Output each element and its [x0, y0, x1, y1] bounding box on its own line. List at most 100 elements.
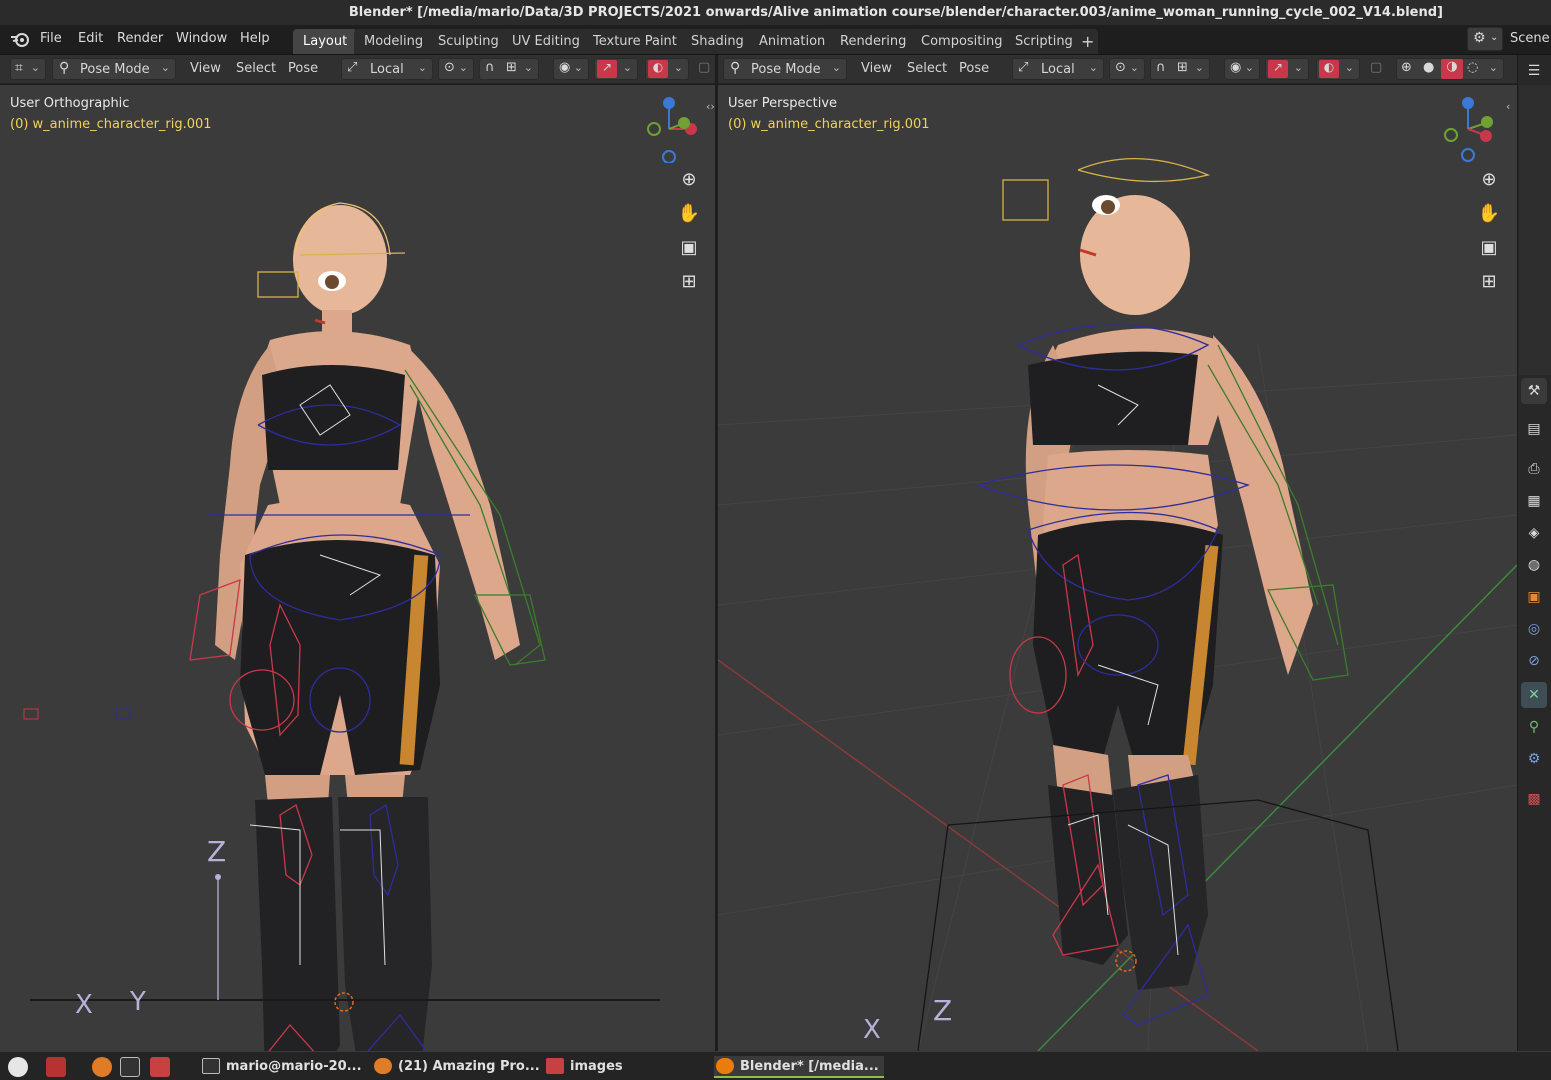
chevron-down-icon: ⌄: [1129, 61, 1139, 74]
zoom-icon[interactable]: ⊕: [674, 165, 704, 195]
viewport-right[interactable]: X Z User Perspective (0) w_anime_charact…: [718, 85, 1517, 1051]
sidebar-toggle-icon[interactable]: ‹: [1506, 100, 1510, 113]
transform-orientation-dropdown[interactable]: ⤢ Local ⌄: [1012, 58, 1104, 80]
tab-texture-paint[interactable]: Texture Paint: [583, 29, 687, 54]
tab-compositing[interactable]: Compositing: [911, 29, 1013, 54]
pan-hand-icon[interactable]: ✋: [674, 199, 704, 229]
taskbar-item-label: (21) Amazing Pro...: [398, 1059, 540, 1074]
pivot-point-button[interactable]: ⊙ ⌄: [438, 58, 474, 80]
menu-select[interactable]: Select: [236, 61, 276, 76]
menu-render[interactable]: Render: [117, 31, 163, 46]
tool-properties-icon[interactable]: ⚒: [1521, 378, 1547, 404]
ortho-grid-icon[interactable]: ⊞: [674, 267, 704, 297]
pose-mode-icon: ⚲: [59, 60, 70, 76]
magnet-icon: ∩: [1156, 60, 1166, 75]
tab-modeling[interactable]: Modeling: [354, 29, 434, 54]
wireframe-shading-icon[interactable]: ⊕: [1401, 60, 1412, 75]
menu-view[interactable]: View: [190, 61, 221, 76]
menu-select[interactable]: Select: [907, 61, 947, 76]
menu-edit[interactable]: Edit: [78, 31, 103, 46]
mode-dropdown[interactable]: ⚲ Pose Mode ⌄: [723, 58, 847, 80]
orientation-label: Local: [370, 62, 404, 77]
bone-constraint-icon[interactable]: ⚙: [1521, 746, 1547, 772]
viewport-left[interactable]: Z X Y User Orthographic (0) w_anime_char…: [0, 85, 715, 1051]
visibility-button[interactable]: ◉ ⌄: [553, 58, 589, 80]
menu-pose[interactable]: Pose: [959, 61, 989, 76]
solid-shading-icon[interactable]: ●: [1423, 60, 1434, 75]
taskbar-item-images[interactable]: images: [544, 1056, 623, 1078]
eye-icon: ◉: [1230, 60, 1242, 75]
chevron-down-icon: ⌄: [1088, 61, 1098, 74]
scene-properties-icon[interactable]: ◈: [1521, 520, 1547, 546]
scene-name[interactable]: Scene: [1510, 31, 1550, 46]
visibility-button[interactable]: ◉ ⌄: [1224, 58, 1260, 80]
taskbar-item-firefox[interactable]: (21) Amazing Pro...: [372, 1056, 540, 1078]
gizmo-toggle-button[interactable]: ↗ ⌄: [594, 58, 638, 80]
menu-file[interactable]: File: [40, 31, 62, 46]
overlay-toggle-button[interactable]: ◐ ⌄: [1316, 58, 1360, 80]
camera-view-icon[interactable]: ▣: [674, 233, 704, 263]
xray-icon[interactable]: ▢: [1370, 60, 1382, 75]
snap-increment-icon: ⊞: [506, 60, 517, 75]
navigation-gizmo[interactable]: [634, 93, 704, 163]
physics-properties-icon[interactable]: ⊘: [1521, 648, 1547, 674]
tab-shading[interactable]: Shading: [681, 29, 754, 54]
terminal-launcher-icon[interactable]: [120, 1057, 140, 1077]
navigation-gizmo[interactable]: [1433, 93, 1503, 163]
tab-sculpting[interactable]: Sculpting: [428, 29, 509, 54]
zoom-icon[interactable]: ⊕: [1474, 165, 1504, 195]
scene-selector-button[interactable]: ⚙ ⌄: [1467, 27, 1503, 51]
outliner-collapsed[interactable]: [1519, 85, 1551, 375]
view-layer-properties-icon[interactable]: ▦: [1521, 488, 1547, 514]
properties-menu-icon[interactable]: ☰: [1521, 58, 1547, 84]
pan-hand-icon[interactable]: ✋: [1474, 199, 1504, 229]
tab-uv-editing[interactable]: UV Editing: [502, 29, 590, 54]
editor-type-button[interactable]: ⌗ ⌄: [10, 58, 46, 80]
active-object-label: (0) w_anime_character_rig.001: [10, 117, 212, 132]
taskbar-item-blender[interactable]: Blender* [/media...: [714, 1056, 884, 1078]
menu-view[interactable]: View: [861, 61, 892, 76]
active-object-label: (0) w_anime_character_rig.001: [728, 117, 930, 132]
grid-axes-icon: ⌗: [15, 60, 23, 76]
tab-rendering[interactable]: Rendering: [830, 29, 917, 54]
pivot-point-button[interactable]: ⊙ ⌄: [1109, 58, 1145, 80]
mode-label: Pose Mode: [751, 62, 821, 77]
collapse-arrows-icon[interactable]: ‹›: [706, 100, 715, 113]
tab-animation[interactable]: Animation: [749, 29, 836, 54]
mode-dropdown[interactable]: ⚲ Pose Mode ⌄: [52, 58, 176, 80]
taskbar-item-terminal[interactable]: mario@mario-20...: [200, 1056, 362, 1078]
camera-view-icon[interactable]: ▣: [1474, 233, 1504, 263]
bone-properties-icon[interactable]: ⚲: [1521, 714, 1547, 740]
rendered-shading-icon[interactable]: ◌: [1467, 60, 1478, 75]
snap-button[interactable]: ∩ ⊞ ⌄: [1150, 58, 1210, 80]
mint-menu-icon[interactable]: [8, 1057, 28, 1077]
top-menubar: File Edit Render Window Help Layout Mode…: [0, 25, 1551, 55]
overlay-toggle-button[interactable]: ◐ ⌄: [645, 58, 689, 80]
menu-window[interactable]: Window: [176, 31, 227, 46]
blender-logo-icon[interactable]: [10, 31, 30, 47]
menu-pose[interactable]: Pose: [288, 61, 318, 76]
armature-data-icon[interactable]: ✕: [1521, 682, 1547, 708]
texture-properties-icon[interactable]: ▩: [1521, 786, 1547, 812]
menu-help[interactable]: Help: [240, 31, 270, 46]
material-shading-icon[interactable]: ◑: [1441, 59, 1463, 79]
files-launcher-icon[interactable]: [150, 1057, 170, 1077]
world-properties-icon[interactable]: ◍: [1521, 552, 1547, 578]
transform-orientation-dropdown[interactable]: ⤢ Local ⌄: [341, 58, 433, 80]
gizmo-toggle-button[interactable]: ↗ ⌄: [1265, 58, 1309, 80]
firefox-launcher-icon[interactable]: [92, 1057, 112, 1077]
chevron-down-icon: ⌄: [622, 61, 632, 74]
tab-layout[interactable]: Layout: [293, 29, 358, 54]
output-properties-icon[interactable]: ⎙: [1521, 456, 1547, 482]
taskbar-item-label: mario@mario-20...: [226, 1059, 362, 1074]
show-desktop-icon[interactable]: [46, 1057, 66, 1077]
xray-icon[interactable]: ▢: [698, 60, 710, 75]
tab-scripting[interactable]: Scripting: [1005, 29, 1083, 54]
perspective-toggle-icon[interactable]: ⊞: [1474, 267, 1504, 297]
render-properties-icon[interactable]: ▤: [1521, 416, 1547, 442]
modifier-properties-icon[interactable]: ◎: [1521, 616, 1547, 642]
object-properties-icon[interactable]: ▣: [1521, 584, 1547, 610]
add-workspace-button[interactable]: +: [1077, 29, 1099, 54]
blender-icon: [716, 1058, 734, 1074]
snap-button[interactable]: ∩ ⊞ ⌄: [479, 58, 539, 80]
